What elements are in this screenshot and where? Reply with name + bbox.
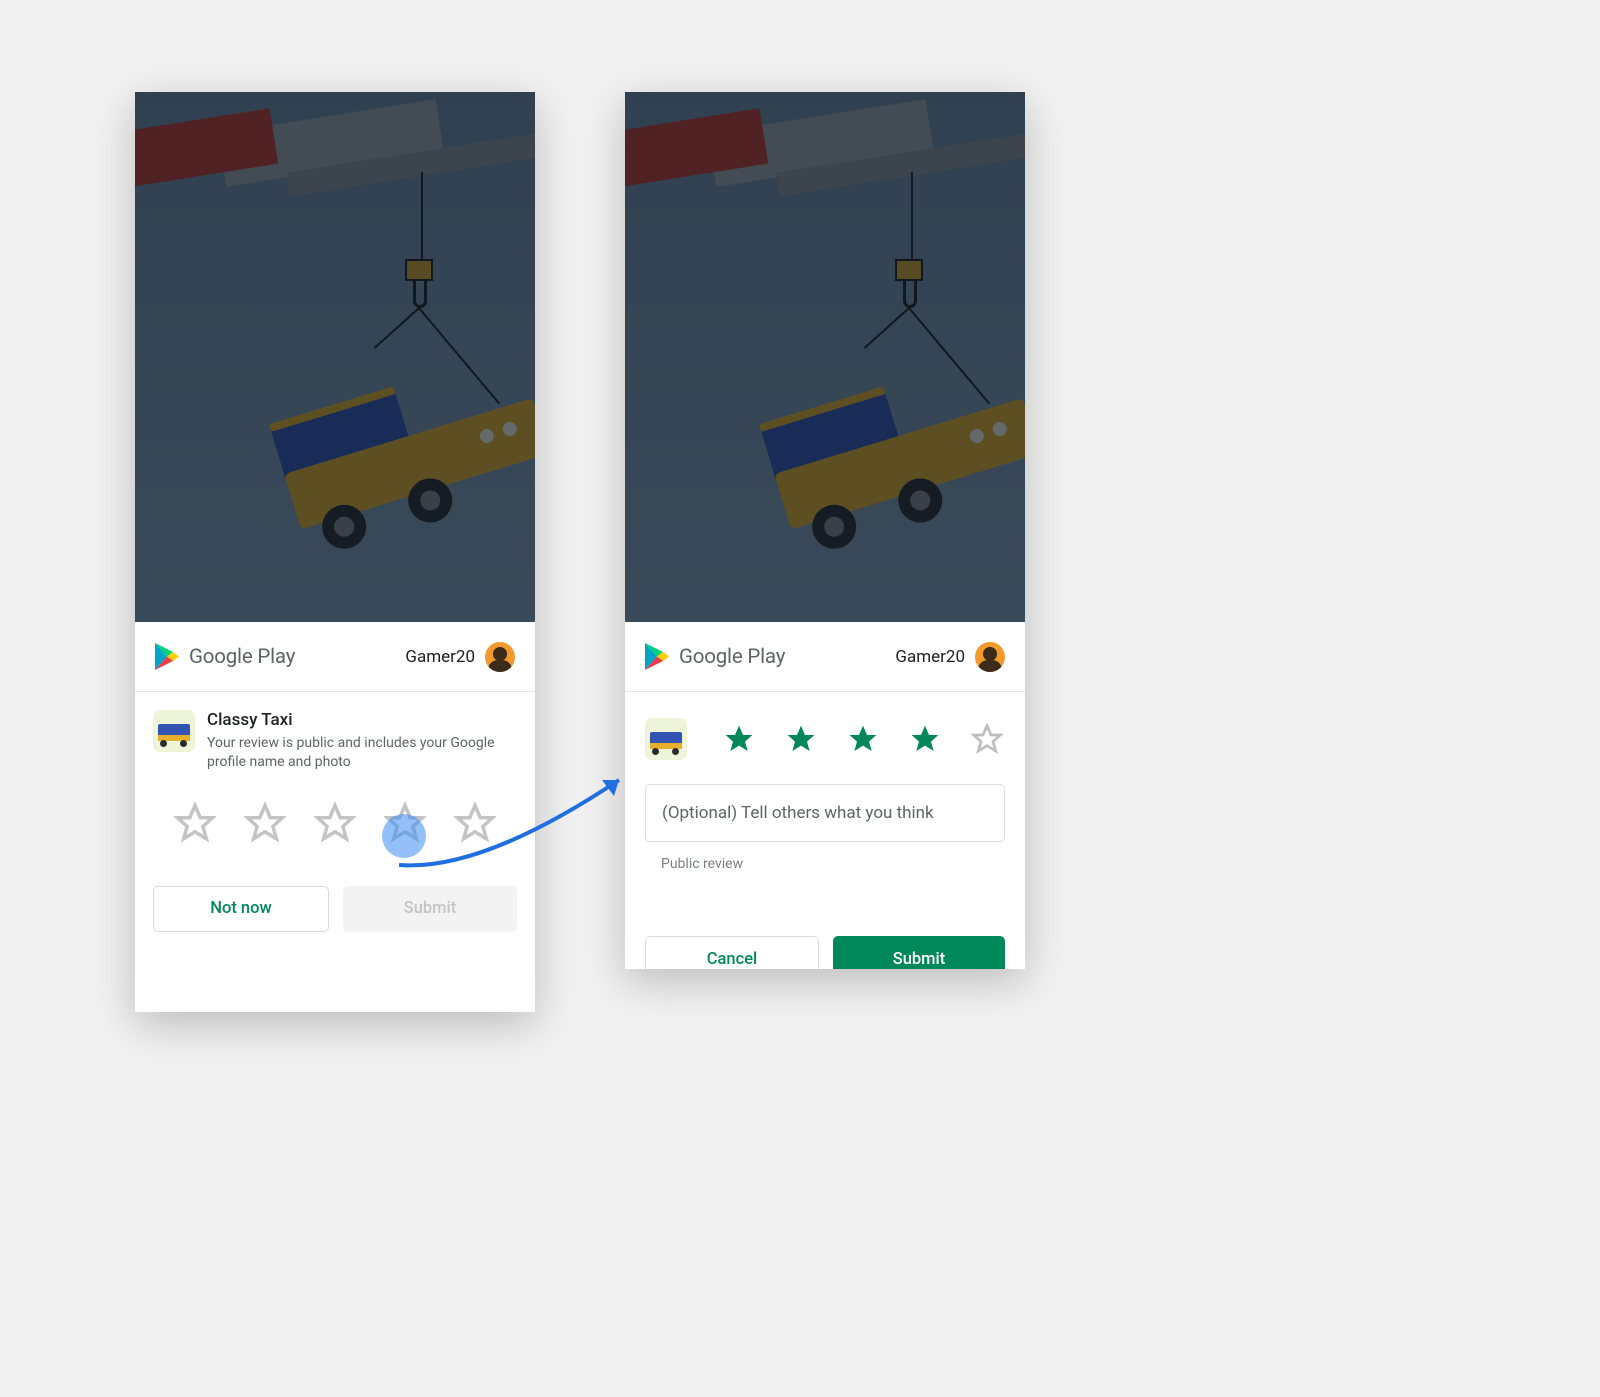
star-2[interactable]: [785, 723, 817, 755]
app-icon: [645, 718, 687, 760]
avatar[interactable]: [975, 642, 1005, 672]
submit-button[interactable]: Submit: [833, 936, 1005, 969]
cancel-button[interactable]: Cancel: [645, 936, 819, 969]
game-background: [625, 92, 1025, 622]
sheet-header: Google Play Gamer20: [625, 622, 1025, 692]
review-disclosure: Your review is public and includes your …: [207, 734, 507, 772]
app-title: Classy Taxi: [207, 710, 507, 730]
username: Gamer20: [895, 647, 965, 667]
star-5[interactable]: [971, 723, 1003, 755]
review-prompt-screen: Google Play Gamer20 Classy Taxi Your rev…: [135, 92, 535, 1012]
avatar[interactable]: [485, 642, 515, 672]
star-3[interactable]: [314, 802, 356, 844]
star-2[interactable]: [244, 802, 286, 844]
rating-input[interactable]: [135, 802, 535, 844]
review-text-input[interactable]: (Optional) Tell others what you think: [645, 784, 1005, 842]
star-1[interactable]: [174, 802, 216, 844]
not-now-button[interactable]: Not now: [153, 886, 329, 932]
star-1[interactable]: [723, 723, 755, 755]
app-icon: [153, 710, 195, 752]
review-placeholder: (Optional) Tell others what you think: [662, 803, 934, 823]
submit-button: Submit: [343, 886, 517, 932]
tap-indicator-icon: [382, 814, 426, 858]
google-play-icon: [155, 643, 179, 670]
star-5[interactable]: [454, 802, 496, 844]
store-name: Google Play: [679, 645, 785, 669]
rating-input[interactable]: [625, 692, 1025, 760]
review-compose-screen: Google Play Gamer20 (Optional) Tell othe…: [625, 92, 1025, 969]
store-name: Google Play: [189, 645, 295, 669]
google-play-icon: [645, 643, 669, 670]
sheet-header: Google Play Gamer20: [135, 622, 535, 692]
game-background: [135, 92, 535, 622]
star-3[interactable]: [847, 723, 879, 755]
app-info-row: Classy Taxi Your review is public and in…: [135, 692, 535, 772]
username: Gamer20: [405, 647, 475, 667]
visibility-label: Public review: [661, 856, 1025, 872]
star-4[interactable]: [909, 723, 941, 755]
